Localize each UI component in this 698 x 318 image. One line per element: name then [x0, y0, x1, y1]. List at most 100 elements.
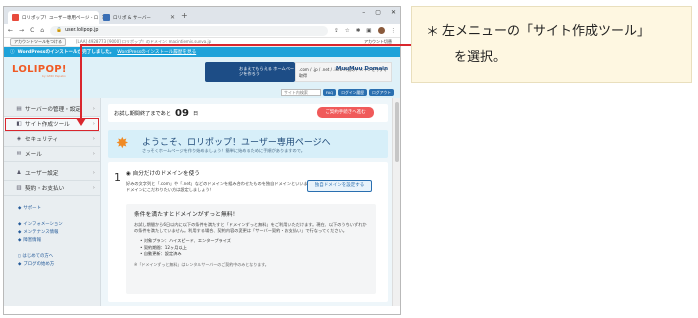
sidebar-item-label: サーバーの管理・設定 — [25, 107, 81, 113]
profile-avatar[interactable] — [377, 27, 385, 34]
welcome-subtitle: さっそくホームページを作り始めましょう！簡単に始めるために手順がありますので。 — [142, 148, 305, 153]
back-icon[interactable]: ← — [8, 27, 13, 34]
home-icon[interactable]: ⌂ — [40, 27, 44, 34]
menu-icon[interactable]: ⋮ — [391, 28, 397, 34]
user-icon: ♟ — [16, 170, 22, 176]
shield-icon: ◈ — [16, 136, 22, 142]
wordpress-notice: ⓘ WordPressのインストールが完了しました。 WordPressのインス… — [4, 47, 400, 57]
logo-subtext: by GMO Pepabo — [42, 74, 66, 78]
logout-button[interactable]: ログアウト — [369, 89, 394, 96]
sidebar-link-outage[interactable]: ◆ 障害情報 — [4, 236, 100, 244]
sidebar-link-label: はじめての方へ — [22, 254, 54, 259]
apply-contract-button[interactable]: ご契約手続きへ進む — [317, 107, 374, 118]
free-domain-box: 条件を満たすとドメインがずっと無料！ お試し期間から6日以内に以下の条件を満たす… — [126, 204, 376, 294]
scrollbar-thumb[interactable] — [395, 102, 399, 162]
set-domain-button[interactable]: 独自ドメインを設定する — [307, 180, 372, 192]
chevron-right-icon: › — [92, 136, 95, 142]
chevron-right-icon: › — [92, 121, 95, 127]
sidebar-link-label: メンテナンス情報 — [23, 230, 59, 235]
minimize-icon[interactable]: – — [362, 9, 365, 16]
notice-text: WordPressのインストールが完了しました。 — [17, 50, 115, 55]
faq-button[interactable]: FAQ — [322, 89, 337, 96]
sidebar-item-label: メール — [25, 152, 42, 158]
url-field[interactable]: 🔒 user.lolipop.jp — [50, 25, 329, 36]
conditions-list: • 対象プラン：ハイスピード、エンタープライズ • 契約期間：12ヶ月以上 • … — [140, 238, 368, 258]
sidebar-item-contract[interactable]: ▥ 契約・お支払い › — [4, 181, 100, 196]
list-item: • 自動更新：設定済み — [140, 251, 182, 256]
sidebar: ▤ サーバーの管理・設定 › ◧ サイト作成ツール › ◈ セキュリティ › ✉… — [4, 98, 101, 306]
login-history-button[interactable]: ログイン履歴 — [338, 89, 368, 96]
annotation-line-horizontal — [80, 44, 411, 46]
sidebar-link-label: サポート — [23, 206, 41, 211]
step-number: 1 — [114, 171, 121, 184]
party-popper-icon: ✸ — [116, 134, 129, 152]
forward-icon[interactable]: → — [19, 27, 24, 34]
extensions-icon[interactable]: ✱ — [356, 28, 361, 34]
mail-icon: ✉ — [16, 151, 22, 157]
sidebar-item-user-settings[interactable]: ♟ ユーザー設定 › — [4, 166, 100, 181]
bullet-icon: ◆ — [18, 261, 22, 267]
bullet-icon: ◆ — [18, 221, 22, 227]
condition-text: 契約期間：12ヶ月以上 — [143, 244, 187, 250]
lock-icon: 🔒 — [56, 28, 63, 33]
sidebar-item-server[interactable]: ▤ サーバーの管理・設定 › — [4, 102, 100, 117]
welcome-banner: ✸ ようこそ、ロリポップ！ユーザー専用ページへ さっそくホームページを作り始めま… — [108, 130, 388, 158]
page-content: ▤ サーバーの管理・設定 › ◧ サイト作成ツール › ◈ セキュリティ › ✉… — [4, 98, 400, 306]
trial-unit: 日 — [192, 110, 199, 117]
muumuu-logo: MuuMuu Domain — [335, 66, 388, 72]
site-search-input[interactable]: サイト内検索 — [280, 89, 321, 96]
window-controls: – ▢ ✕ — [362, 9, 396, 16]
bullet-icon: ◆ — [18, 237, 22, 243]
sidebar-item-mail[interactable]: ✉ メール › — [4, 147, 100, 162]
welcome-title: ようこそ、ロリポップ！ユーザー専用ページへ — [142, 138, 331, 148]
domain-banner[interactable]: .com / .jp / .net / .info 人気のドメインを今すぐ取得 … — [295, 62, 392, 82]
stage: ロリポップ！ユーザー専用ページ - ロ ✕ ロリポ & サーバー ✕ + – ▢… — [0, 0, 698, 318]
bullet-icon: ◆ — [18, 229, 22, 235]
close-tab-icon[interactable]: ✕ — [170, 14, 175, 21]
tab-label: ロリポップ！ユーザー専用ページ - ロ — [22, 15, 99, 21]
trial-days: 09 — [175, 107, 189, 119]
close-window-icon[interactable]: ✕ — [391, 9, 396, 16]
sidebar-link-info[interactable]: ◆ インフォメーション — [4, 220, 100, 228]
domain-step-card: 1 ◉ 自分だけのドメインを使う 好みの文字列と「.com」や「.net」などの… — [108, 162, 388, 302]
chevron-right-icon: › — [92, 151, 95, 157]
annotation-line-vertical — [80, 44, 82, 120]
tab-other[interactable]: ロリポ & サーバー ✕ — [99, 11, 179, 24]
sidebar-link-maintenance[interactable]: ◆ メンテナンス情報 — [4, 228, 100, 236]
maximize-icon[interactable]: ▢ — [375, 9, 381, 16]
page-scrollbar[interactable] — [392, 98, 400, 306]
homepage-banner[interactable]: おまえてもらえる ホームページを作ろう — [205, 62, 295, 82]
check-circle-icon: ◉ — [126, 171, 131, 177]
url-text: user.lolipop.jp — [65, 28, 99, 33]
sidebar-item-label: 契約・お支払い — [25, 186, 65, 192]
sidebar-link-blog[interactable]: ◆ ブログの始め方 — [4, 260, 100, 268]
search-row: サイト内検索 FAQ ログイン履歴 ログアウト — [4, 87, 400, 98]
lolipop-logo[interactable]: LOLIPOP! by GMO Pepabo — [12, 64, 67, 78]
site-header: LOLIPOP! by GMO Pepabo おまえてもらえる ホームページを作… — [4, 57, 400, 87]
instruction-line-1: 左メニューの「サイト作成ツール」 — [442, 24, 651, 39]
free-domain-note: ※「ドメインずっと無料」はレンタルサーバーのご契約中のみとなります。 — [134, 261, 269, 267]
free-domain-text: お試し期間から6日以内に以下の条件を満たすと「ドメインずっと無料」をご利用いただ… — [134, 222, 367, 233]
sidebar-item-label: ユーザー設定 — [25, 171, 59, 177]
account-tool-button[interactable]: アカウントツールをつける — [10, 38, 66, 46]
notice-link[interactable]: WordPressのインストール履歴を見る — [117, 49, 196, 55]
bookmark-star-icon[interactable]: ☆ — [345, 28, 350, 34]
tab-label: ロリポ & サーバー — [113, 15, 151, 21]
account-bar: アカウントツールをつける [LAA] 4928773 [9000] ロリポップ！… — [4, 38, 400, 47]
new-tab-button[interactable]: + — [181, 11, 188, 20]
server-icon: ▤ — [16, 106, 22, 112]
bullet-icon: ◆ — [18, 205, 22, 211]
reload-icon[interactable]: C — [30, 27, 34, 34]
sidebar-item-label: サイト作成ツール — [25, 122, 70, 128]
main-panel: お試し期間終了まであと 09 日 ご契約手続きへ進む ✸ ようこそ、ロリポップ！… — [104, 98, 390, 306]
share-icon[interactable]: ⇪ — [334, 28, 339, 34]
sidebar-link-beginners[interactable]: ▯ はじめての方へ — [4, 252, 100, 260]
step-title-text: 自分だけのドメインを使う — [132, 171, 200, 177]
instruction-line-2: を選択。 — [454, 50, 507, 65]
sidepanel-icon[interactable]: ▣ — [366, 28, 371, 34]
sidebar-item-security[interactable]: ◈ セキュリティ › — [4, 132, 100, 147]
sidebar-item-label: セキュリティ — [25, 137, 59, 143]
tab-lolipop[interactable]: ロリポップ！ユーザー専用ページ - ロ ✕ — [8, 11, 106, 24]
address-bar: ← → C ⌂ 🔒 user.lolipop.jp ⇪ ☆ ✱ ▣ ⋮ — [4, 24, 400, 38]
sidebar-link-support[interactable]: ◆ サポート — [4, 204, 100, 212]
